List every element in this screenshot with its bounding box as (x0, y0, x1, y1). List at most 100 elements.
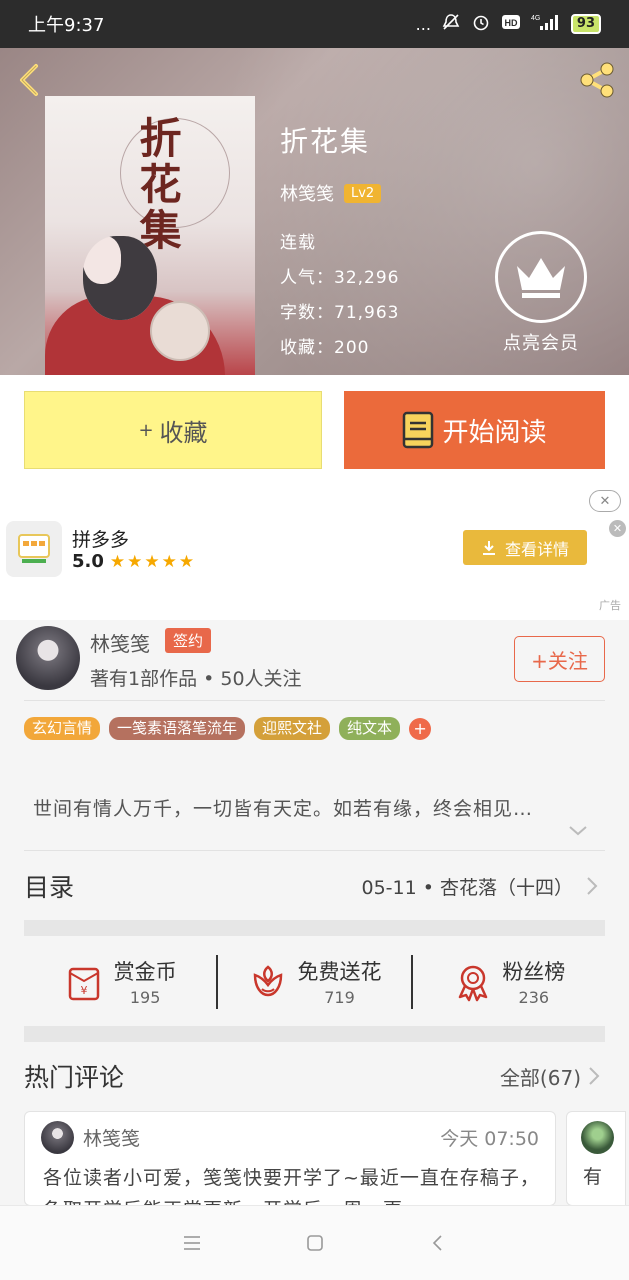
vip-button[interactable]: 点亮会员 (493, 231, 589, 355)
crown-icon (517, 258, 565, 298)
tag-item[interactable]: 玄幻言情 (24, 717, 101, 740)
tag-item[interactable]: 一笺素语落笔流年 (109, 717, 246, 740)
comment-card[interactable]: 林笺笺 今天 07:50 各位读者小可爱，笺笺快要开学了~最近一直在存稿子，争取… (24, 1111, 556, 1206)
stat-label: 粉丝榜 (502, 960, 566, 984)
author-name[interactable]: 林笺笺 (90, 628, 150, 657)
commenter-avatar[interactable] (41, 1121, 74, 1154)
collect-label: 收藏 (159, 418, 208, 447)
tag-item[interactable]: 迎熙文社 (254, 717, 331, 740)
comments-title: 热门评论 (24, 1063, 125, 1092)
book-title: 折花集 (280, 125, 371, 158)
share-button[interactable] (575, 58, 619, 102)
comments-header: 热门评论 全部(67) (24, 1043, 605, 1109)
book-author[interactable]: 林笺笺 (280, 180, 334, 206)
fan-ranking-stat[interactable]: 粉丝榜 236 (413, 956, 605, 1007)
signal-icon: 4G (531, 12, 561, 36)
start-reading-button[interactable]: 开始阅读 (344, 391, 605, 469)
system-nav-bar (0, 1205, 629, 1280)
comment-text: 各位读者小可爱，笺笺快要开学了~最近一直在存稿子，争取开学后能正常更新，开学后一… (43, 1167, 540, 1205)
comment-card[interactable]: 有 (566, 1111, 626, 1206)
free-flower-stat[interactable]: 免费送花 719 (218, 956, 410, 1007)
add-tag-button[interactable]: + (409, 717, 432, 740)
follow-button[interactable]: +关注 (514, 636, 605, 682)
signed-badge: 签约 (165, 628, 212, 653)
tag-list: 玄幻言情 一笺素语落笔流年 迎熙文社 纯文本 + (24, 717, 432, 740)
ad-rating: 5.0 ★★★★★ (72, 551, 196, 572)
stats-row: ¥ 赏金币 195 免费送花 719 粉丝榜 236 (24, 937, 605, 1026)
chevron-right-icon (589, 1067, 600, 1085)
stat-label: 免费送花 (297, 960, 382, 984)
ad-dismiss-icon[interactable]: ✕ (609, 520, 626, 537)
menu-icon (183, 1236, 200, 1250)
commenter-name[interactable]: 林笺笺 (83, 1124, 140, 1151)
collect-button[interactable]: + 收藏 (24, 391, 322, 469)
stat-value: 236 (518, 988, 550, 1007)
back-button[interactable] (12, 60, 48, 100)
status-bar: 上午9:37 ... HD 4G 93 (0, 0, 629, 48)
all-comments-link[interactable]: 全部(67) (500, 1062, 581, 1091)
more-dots-icon: ... (415, 14, 431, 34)
ad-label: 广告 (599, 599, 621, 612)
book-status: 连载 (280, 233, 316, 253)
book-favorites: 收藏：200 (280, 338, 370, 358)
hd-icon: HD (501, 13, 521, 35)
comment-time: 今天 07:50 (440, 1128, 539, 1150)
home-nav-button[interactable] (295, 1223, 335, 1263)
expand-intro-button[interactable] (566, 822, 590, 840)
ad-app-name: 拼多多 (72, 529, 130, 551)
book-popularity: 人气：32,296 (280, 268, 400, 288)
back-nav-button[interactable] (418, 1223, 458, 1263)
flower-icon (254, 964, 283, 996)
catalog-row[interactable]: 目录 05-11 • 杏花落（十四） (24, 852, 605, 920)
book-info: 折花集 林笺笺 Lv2 连载 人气：32,296 字数：71,963 收藏：20… (280, 120, 399, 368)
stat-value: 195 (129, 988, 161, 1007)
cover-fan (150, 301, 210, 361)
book-icon (403, 411, 434, 449)
ad-close-button[interactable]: ✕ (589, 490, 621, 512)
divider (24, 700, 605, 701)
ad-app-icon (6, 521, 62, 577)
book-word-count: 字数：71,963 (280, 303, 400, 323)
action-bar: + 收藏 开始阅读 (0, 375, 629, 485)
stat-label: 赏金币 (113, 960, 177, 984)
svg-text:HD: HD (504, 18, 517, 28)
latest-chapter: 05-11 • 杏花落（十四） (361, 876, 574, 899)
stat-value: 719 (324, 988, 355, 1007)
menu-nav-button[interactable] (172, 1223, 212, 1263)
commenter-avatar[interactable] (581, 1121, 614, 1154)
divider (24, 850, 605, 851)
back-triangle-icon (432, 1235, 442, 1251)
chevron-right-icon (587, 877, 598, 895)
ad-details-button[interactable]: 查看详情 (463, 530, 587, 565)
section-separator (24, 920, 605, 936)
status-icons: ... HD 4G 93 (416, 12, 601, 36)
svg-text:¥: ¥ (80, 984, 87, 997)
network-type: 4G (531, 15, 540, 22)
ad-rating-score: 5.0 (72, 551, 104, 572)
book-intro[interactable]: 世间有情人万千，一切皆有天定。如若有缘，终会相见… (33, 794, 601, 821)
vip-ring (495, 231, 587, 323)
book-cover[interactable]: 折花集 (45, 96, 255, 375)
tag-item[interactable]: 纯文本 (339, 717, 401, 740)
status-time: 上午9:37 (28, 15, 105, 36)
battery-indicator: 93 (570, 14, 601, 34)
download-icon (482, 540, 495, 555)
ad-banner[interactable]: ✕ ✕ 拼多多 5.0 ★★★★★ 查看详情 广告 (0, 485, 629, 620)
author-avatar[interactable] (16, 626, 80, 690)
start-reading-label: 开始阅读 (442, 417, 547, 448)
reward-coin-stat[interactable]: ¥ 赏金币 195 (24, 956, 216, 1007)
cover-title-art: 折花集 (133, 116, 182, 254)
alarm-icon (471, 12, 491, 36)
ad-details-label: 查看详情 (504, 539, 569, 559)
author-description: 著有1部作品 • 50人关注 (90, 668, 302, 690)
author-row: 林笺笺 Lv2 (280, 180, 399, 206)
level-badge: Lv2 (344, 183, 382, 203)
book-header: 折花集 折花集 林笺笺 Lv2 连载 人气：32,296 字数：71,963 收… (0, 48, 629, 375)
chevron-down-icon (569, 826, 587, 836)
share-icon (580, 62, 614, 98)
mute-icon (441, 12, 461, 36)
chevron-left-icon (20, 64, 38, 96)
red-envelope-icon: ¥ (68, 967, 99, 1000)
author-card: 林笺笺 签约 著有1部作品 • 50人关注 +关注 (0, 620, 629, 702)
vip-label: 点亮会员 (503, 333, 579, 354)
